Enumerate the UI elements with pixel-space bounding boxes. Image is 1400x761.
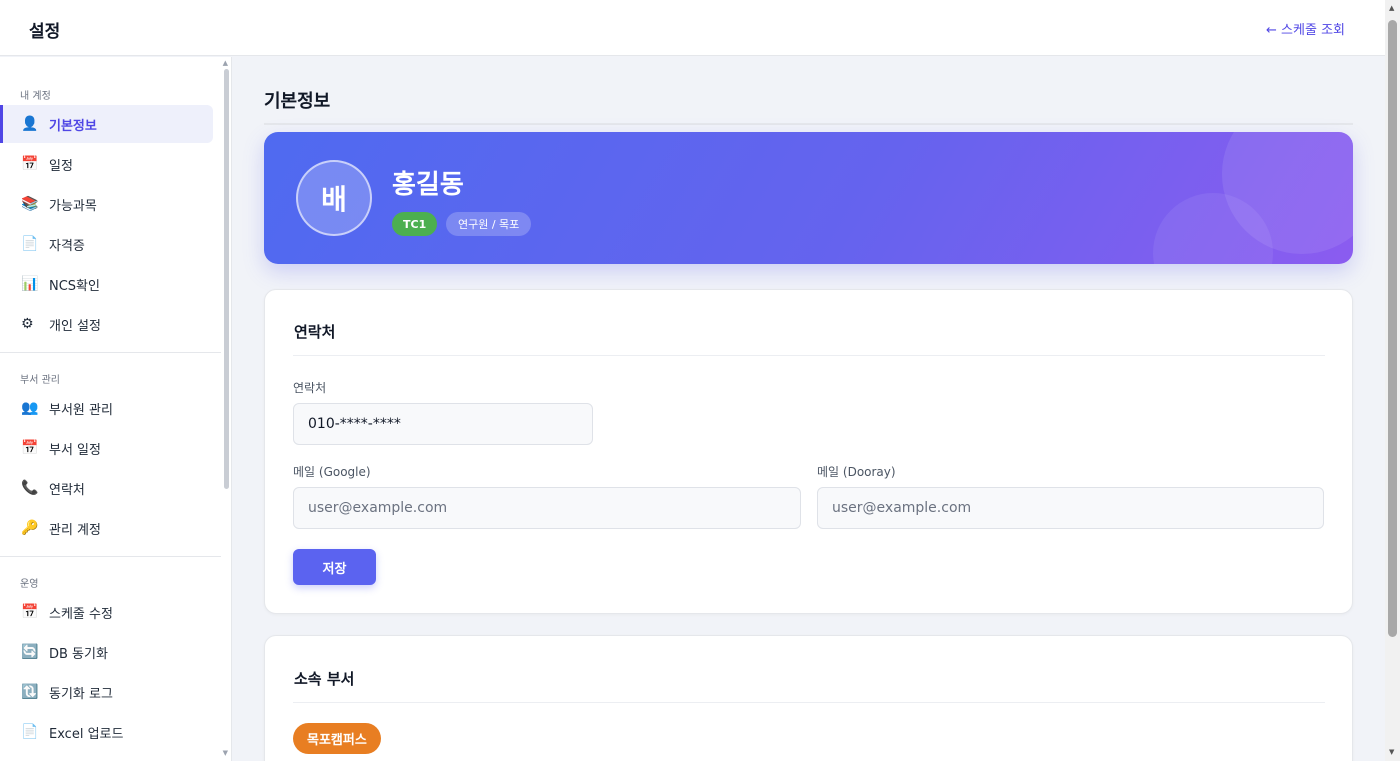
document-icon: 📄 xyxy=(21,236,39,252)
department-card-title: 소속 부서 xyxy=(294,670,355,688)
sync-icon: 🔄 xyxy=(21,644,39,660)
department-badge: 목포캠퍼스 xyxy=(293,723,381,754)
phone-label: 연락처 xyxy=(293,381,327,395)
sidebar-item-dept-schedule[interactable]: 📅 부서 일정 xyxy=(0,429,213,467)
card-divider xyxy=(293,355,1325,356)
scroll-up-icon[interactable]: ▲ xyxy=(1389,4,1394,12)
card-divider xyxy=(293,702,1325,703)
calendar-icon: 📅 xyxy=(21,440,39,456)
scroll-down-icon[interactable]: ▼ xyxy=(1389,748,1394,756)
sidebar-item-label: 부서 일정 xyxy=(49,442,101,458)
sidebar-divider xyxy=(0,352,221,353)
sidebar-item-excel-upload[interactable]: 📄 Excel 업로드 xyxy=(0,713,213,751)
sidebar-item-schedule[interactable]: 📅 일정 xyxy=(0,145,213,183)
page-scrollbar[interactable]: ▲ ▼ xyxy=(1385,0,1400,761)
department-card: 소속 부서 목포캠퍼스 xyxy=(264,635,1353,761)
key-icon: 🔑 xyxy=(21,520,39,536)
sidebar-item-sync-log[interactable]: 🔃 동기화 로그 xyxy=(0,673,213,711)
sidebar-item-basic-info[interactable]: 👤 기본정보 xyxy=(0,105,213,143)
sidebar-item-subjects[interactable]: 📚 가능과목 xyxy=(0,185,213,223)
phone-input[interactable] xyxy=(293,403,593,445)
sidebar-item-personal-settings[interactable]: ⚙ 개인 설정 xyxy=(0,305,213,343)
contact-card-title: 연락처 xyxy=(294,323,336,341)
sidebar-item-admin-accounts[interactable]: 🔑 관리 계정 xyxy=(0,509,213,547)
calendar-icon: 📅 xyxy=(21,604,39,620)
dooray-email-input[interactable] xyxy=(817,487,1324,529)
back-to-schedule-link[interactable]: ← 스케줄 조회 xyxy=(1266,19,1345,38)
profile-name: 홍길동 xyxy=(392,170,464,200)
books-icon: 📚 xyxy=(21,196,39,212)
sidebar-item-label: 가능과목 xyxy=(49,198,97,214)
sidebar-item-edit-schedule[interactable]: 📅 스케줄 수정 xyxy=(0,593,213,631)
sidebar-item-label: 자격증 xyxy=(49,238,85,254)
sidebar-item-ncs[interactable]: 📊 NCS확인 xyxy=(0,265,213,303)
calendar-icon: 📅 xyxy=(21,156,39,172)
sidebar-item-db-sync[interactable]: 🔄 DB 동기화 xyxy=(0,633,213,671)
sidebar-section-dept-management: 부서 관리 xyxy=(20,375,60,386)
contact-card: 연락처 연락처 메일 (Google) 메일 (Dooray) 저장 xyxy=(264,289,1353,614)
top-bar: 설정 ← 스케줄 조회 xyxy=(0,0,1385,56)
sidebar-section-operations: 운영 xyxy=(20,579,39,590)
sidebar-scroll-up-icon[interactable]: ▲ xyxy=(223,59,228,67)
profile-banner: 배 홍길동 TC1 연구원 / 목포 xyxy=(264,132,1353,264)
sidebar: ▲ ▼ 내 계정 👤 기본정보 📅 일정 📚 가능과목 📄 자격증 📊 NCS확… xyxy=(0,57,232,761)
page-title: 기본정보 xyxy=(264,91,331,112)
main-content: 기본정보 배 홍길동 TC1 연구원 / 목포 연락처 연락처 메일 (Goog… xyxy=(232,57,1385,761)
page-header-title: 설정 xyxy=(29,22,61,42)
document-icon: 📄 xyxy=(21,724,39,740)
sidebar-item-label: 동기화 로그 xyxy=(49,686,113,702)
sidebar-item-label: 스케줄 수정 xyxy=(49,606,113,622)
sidebar-section-my-account: 내 계정 xyxy=(20,91,51,102)
sidebar-item-label: Excel 업로드 xyxy=(49,726,124,742)
sidebar-divider xyxy=(0,556,221,557)
sidebar-item-label: 연락처 xyxy=(49,482,85,498)
sidebar-scrollbar-thumb[interactable] xyxy=(224,69,229,489)
google-email-label: 메일 (Google) xyxy=(293,465,371,479)
sidebar-item-contacts[interactable]: 📞 연락처 xyxy=(0,469,213,507)
title-divider xyxy=(264,123,1353,125)
sidebar-item-label: 부서원 관리 xyxy=(49,402,113,418)
sidebar-item-label: 관리 계정 xyxy=(49,522,101,538)
reload-icon: 🔃 xyxy=(21,684,39,700)
sidebar-item-label: 일정 xyxy=(49,158,73,174)
sidebar-item-label: DB 동기화 xyxy=(49,646,108,662)
gear-icon: ⚙ xyxy=(21,316,34,332)
sidebar-item-certificates[interactable]: 📄 자격증 xyxy=(0,225,213,263)
sidebar-item-label: NCS확인 xyxy=(49,278,100,294)
sidebar-scroll-down-icon[interactable]: ▼ xyxy=(223,749,228,757)
google-email-input[interactable] xyxy=(293,487,801,529)
bar-chart-icon: 📊 xyxy=(21,276,39,292)
sidebar-item-label: 기본정보 xyxy=(49,118,97,134)
user-icon: 👤 xyxy=(21,116,39,132)
avatar: 배 xyxy=(296,160,372,236)
dooray-email-label: 메일 (Dooray) xyxy=(817,465,896,479)
page-scrollbar-thumb[interactable] xyxy=(1388,20,1397,637)
users-icon: 👥 xyxy=(21,400,39,416)
sidebar-item-label: 개인 설정 xyxy=(49,318,101,334)
role-badge: 연구원 / 목포 xyxy=(446,212,532,236)
save-button[interactable]: 저장 xyxy=(293,549,376,585)
phone-icon: 📞 xyxy=(21,480,39,496)
sidebar-item-members[interactable]: 👥 부서원 관리 xyxy=(0,389,213,427)
grade-badge: TC1 xyxy=(392,212,438,236)
